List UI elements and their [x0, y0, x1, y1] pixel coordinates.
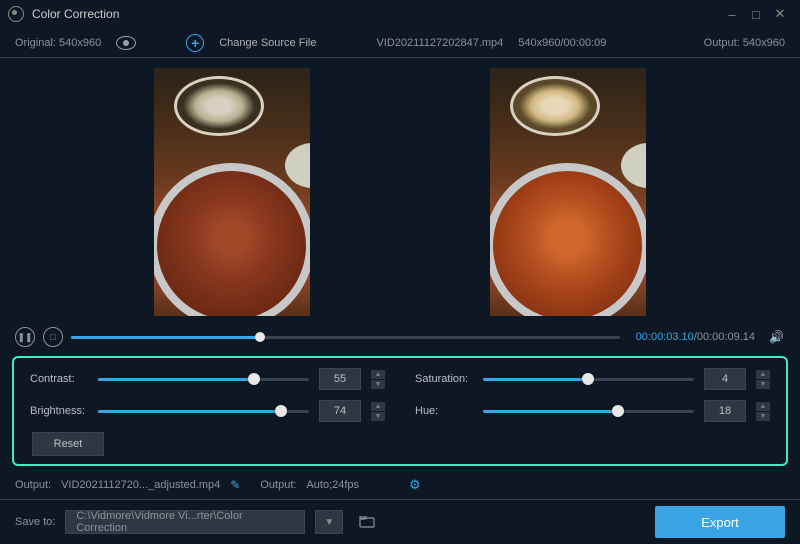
reset-button[interactable]: Reset: [32, 432, 104, 456]
save-to-label: Save to:: [15, 516, 55, 528]
add-source-icon[interactable]: +: [186, 34, 204, 52]
total-time: 00:00:09.14: [697, 331, 755, 343]
brightness-label: Brightness:: [30, 405, 88, 417]
hue-value[interactable]: 18: [704, 400, 746, 422]
adjusted-preview: [490, 68, 646, 316]
output-file-label: Output:: [15, 479, 51, 491]
original-dimensions: Original: 540x960: [15, 37, 101, 49]
current-time: 00:00:03.10: [636, 331, 694, 343]
save-path-dropdown[interactable]: ▼: [315, 510, 343, 534]
saturation-row: Saturation: 4 ▲▼: [415, 368, 770, 390]
saturation-step-down[interactable]: ▼: [756, 380, 770, 389]
settings-icon[interactable]: ⚙: [409, 477, 421, 493]
output-format-label: Output:: [260, 479, 296, 491]
titlebar: Color Correction – □ ✕: [0, 0, 800, 28]
transport-bar: ❚❚ □ 00:00:03.10/00:00:09.14 🔊: [0, 323, 800, 351]
saturation-step-up[interactable]: ▲: [756, 370, 770, 379]
pause-button[interactable]: ❚❚: [15, 327, 35, 347]
brightness-value[interactable]: 74: [319, 400, 361, 422]
saturation-value[interactable]: 4: [704, 368, 746, 390]
source-filename: VID20211127202847.mp4: [376, 37, 503, 49]
hue-step-down[interactable]: ▼: [756, 412, 770, 421]
brightness-step-up[interactable]: ▲: [371, 402, 385, 411]
output-filename: VID2021112720..._adjusted.mp4: [61, 479, 220, 491]
contrast-slider[interactable]: [98, 378, 309, 381]
brightness-step-down[interactable]: ▼: [371, 412, 385, 421]
output-dimensions: Output: 540x960: [704, 37, 785, 49]
output-info-row: Output: VID2021112720..._adjusted.mp4 ✎ …: [0, 471, 800, 500]
save-row: Save to: C:\Vidmore\Vidmore Vi...rter\Co…: [0, 500, 800, 544]
app-icon: [8, 6, 24, 22]
info-bar: Original: 540x960 + Change Source File V…: [0, 28, 800, 58]
window-title: Color Correction: [32, 7, 720, 21]
contrast-step-up[interactable]: ▲: [371, 370, 385, 379]
contrast-label: Contrast:: [30, 373, 88, 385]
preview-toggle-icon[interactable]: [116, 36, 136, 50]
hue-label: Hue:: [415, 405, 473, 417]
stop-button[interactable]: □: [43, 327, 63, 347]
contrast-value[interactable]: 55: [319, 368, 361, 390]
color-controls-panel: Contrast: 55 ▲▼ Saturation: 4 ▲▼ Brightn…: [12, 356, 788, 466]
output-format: Auto;24fps: [306, 479, 359, 491]
original-preview: [154, 68, 310, 316]
brightness-slider[interactable]: [98, 410, 309, 413]
maximize-button[interactable]: □: [744, 2, 768, 26]
source-fileinfo: 540x960/00:00:09: [518, 37, 606, 49]
close-button[interactable]: ✕: [768, 2, 792, 26]
edit-filename-icon[interactable]: ✎: [230, 478, 240, 492]
time-display: 00:00:03.10/00:00:09.14: [636, 331, 755, 343]
brightness-row: Brightness: 74 ▲▼: [30, 400, 385, 422]
change-source-button[interactable]: Change Source File: [219, 37, 316, 49]
volume-icon[interactable]: 🔊: [769, 330, 785, 344]
hue-slider[interactable]: [483, 410, 694, 413]
minimize-button[interactable]: –: [720, 2, 744, 26]
saturation-label: Saturation:: [415, 373, 473, 385]
hue-step-up[interactable]: ▲: [756, 402, 770, 411]
preview-area: [0, 58, 800, 323]
saturation-slider[interactable]: [483, 378, 694, 381]
save-path-field[interactable]: C:\Vidmore\Vidmore Vi...rter\Color Corre…: [65, 510, 305, 534]
open-folder-button[interactable]: [353, 510, 381, 534]
contrast-row: Contrast: 55 ▲▼: [30, 368, 385, 390]
timeline-slider[interactable]: [71, 336, 620, 339]
hue-row: Hue: 18 ▲▼: [415, 400, 770, 422]
contrast-step-down[interactable]: ▼: [371, 380, 385, 389]
